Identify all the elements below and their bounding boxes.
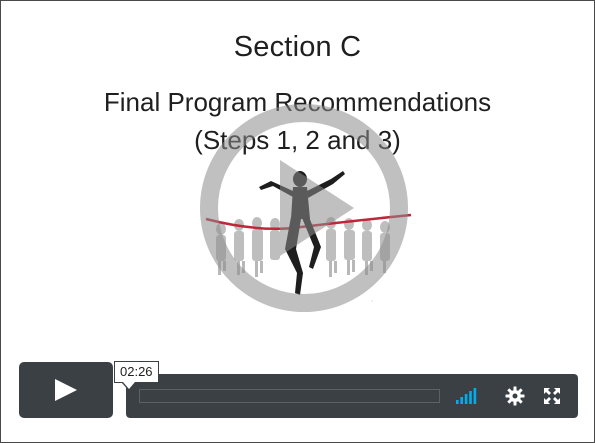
video-player[interactable]: Section C Final Program Recommendations … xyxy=(0,0,595,443)
big-play-icon[interactable] xyxy=(194,98,414,318)
volume-bar xyxy=(464,394,468,404)
time-tooltip: 02:26 xyxy=(114,361,159,391)
volume-bars-icon[interactable] xyxy=(456,388,478,404)
volume-bar xyxy=(456,400,459,404)
gear-icon[interactable] xyxy=(505,386,525,406)
fullscreen-icon[interactable] xyxy=(543,387,561,405)
play-icon xyxy=(55,379,77,401)
volume-bar xyxy=(460,397,463,404)
volume-bar xyxy=(469,391,472,404)
slide-title: Section C xyxy=(233,31,362,63)
control-bar xyxy=(126,374,578,418)
progress-bar[interactable] xyxy=(139,389,440,403)
play-button[interactable] xyxy=(19,362,113,418)
volume-bar xyxy=(473,388,477,404)
